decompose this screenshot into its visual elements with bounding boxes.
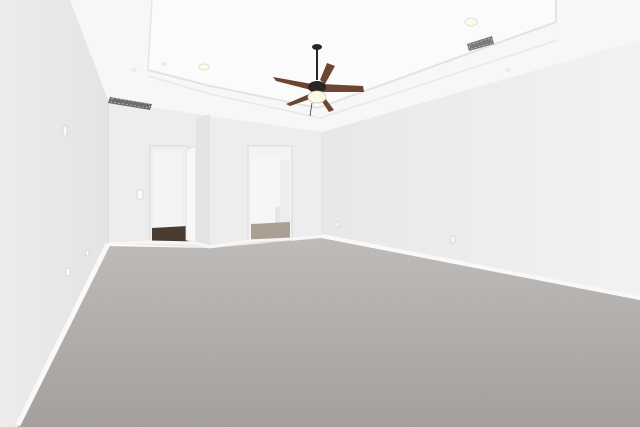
doorway-closet[interactable] <box>149 145 197 243</box>
wall-partition <box>196 114 210 248</box>
recessed-light <box>198 63 210 71</box>
room-illustration <box>0 0 640 427</box>
recessed-light <box>464 17 478 27</box>
doorway-bathroom[interactable] <box>247 145 293 243</box>
recessed-light <box>131 68 137 72</box>
fan-light <box>307 90 327 104</box>
light-switch <box>62 125 68 137</box>
wall-outlet <box>335 221 340 228</box>
wall-outlet <box>85 249 90 257</box>
wall-outlet <box>65 267 71 277</box>
recessed-light <box>161 62 167 66</box>
light-switch <box>136 189 144 200</box>
bedroom-photo <box>0 0 640 427</box>
recessed-light <box>505 68 511 72</box>
wall-outlet <box>450 235 456 244</box>
